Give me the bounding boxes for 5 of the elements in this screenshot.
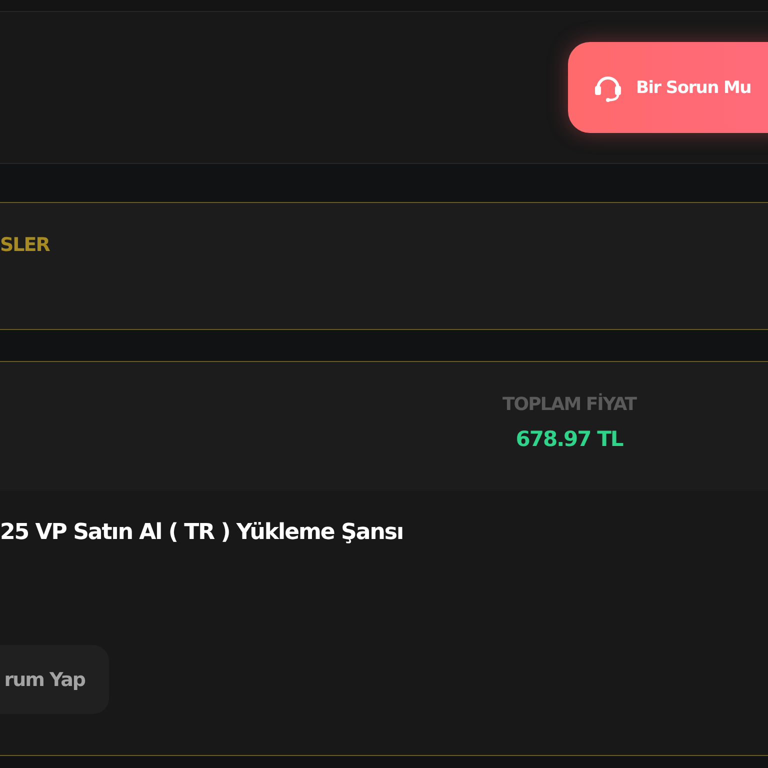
total-price-label: TOPLAM FİYAT [502, 394, 636, 415]
section-title: SLER [0, 234, 50, 256]
review-button[interactable]: rum Yap [0, 645, 109, 714]
total-price-value: 678.97 TL [516, 427, 623, 451]
product-title: 25 VP Satın Al ( TR ) Yükleme Şansı [0, 520, 403, 545]
